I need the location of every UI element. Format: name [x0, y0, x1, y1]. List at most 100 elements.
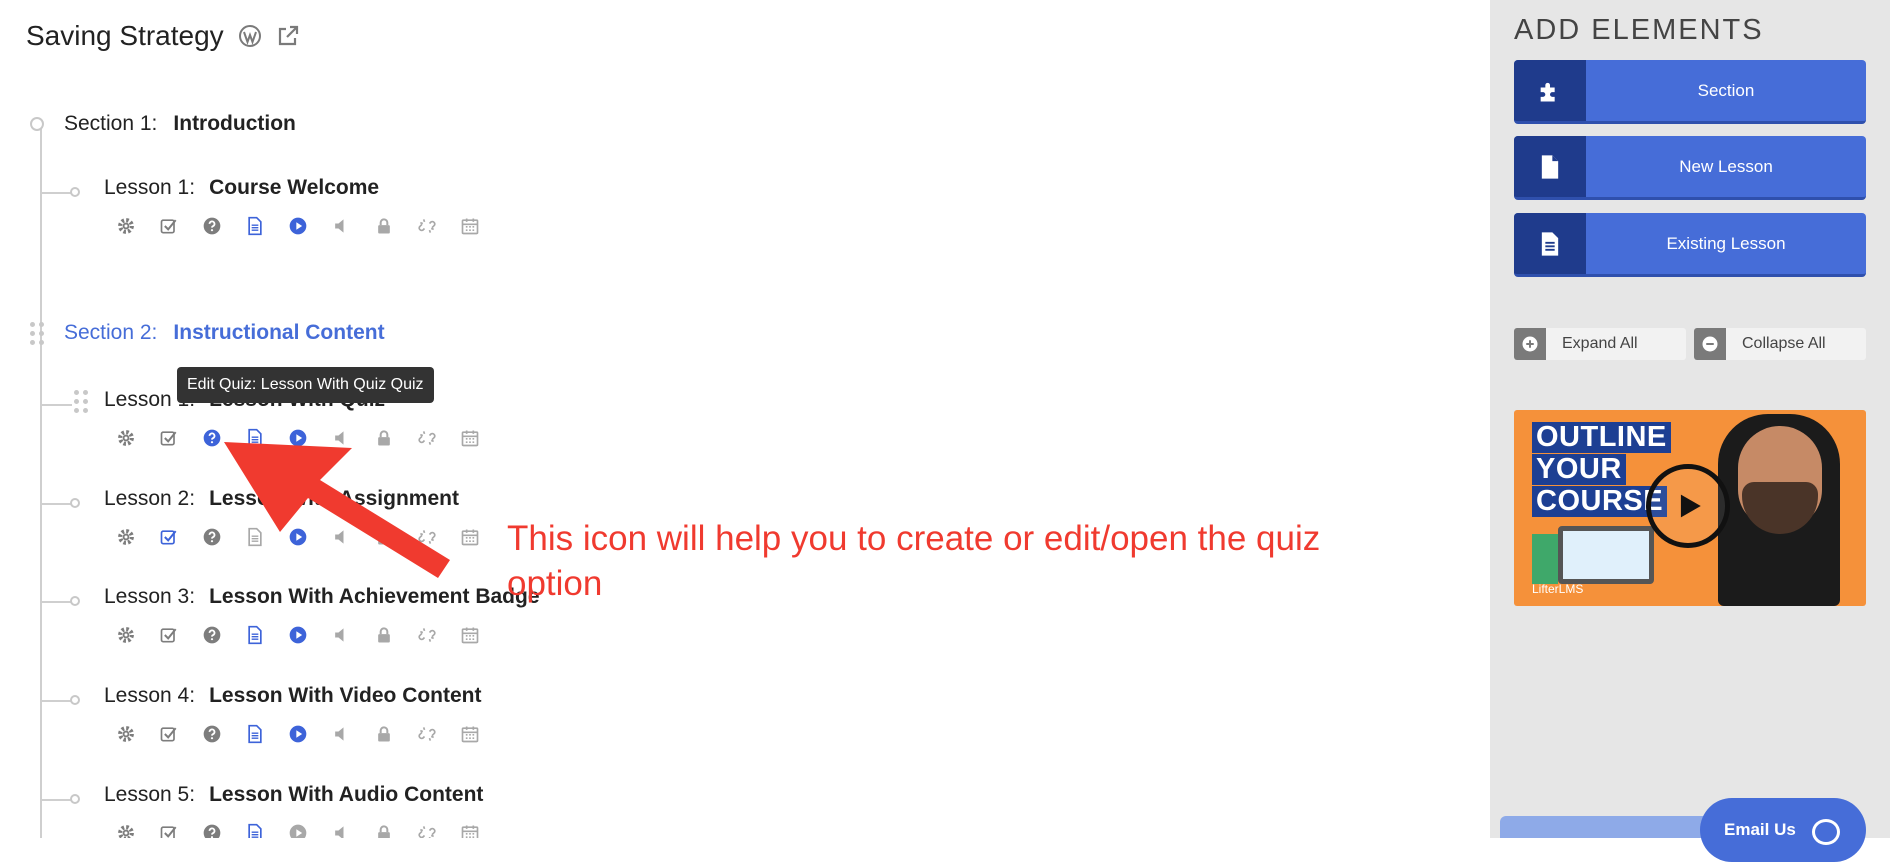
quiz-icon[interactable] [200, 623, 224, 647]
content-icon[interactable] [243, 821, 267, 838]
add-existing-lesson-button[interactable]: Existing Lesson [1514, 213, 1866, 277]
annotation-text: This icon will help you to create or edi… [507, 519, 1321, 603]
assignment-icon[interactable] [157, 426, 181, 450]
lock-icon[interactable] [372, 623, 396, 647]
section-name: Instructional Content [173, 321, 385, 344]
prerequisite-link-icon[interactable] [415, 623, 439, 647]
section-label: Section 1: [64, 112, 158, 135]
quiz-tooltip: Edit Quiz: Lesson With Quiz Quiz [177, 367, 434, 403]
branch-line [40, 192, 72, 194]
calendar-icon[interactable] [458, 821, 482, 838]
annotation-arrow [224, 442, 450, 578]
lesson-name: Lesson With Achievement Badge [209, 585, 540, 608]
lesson-title[interactable]: Lesson 4: Lesson With Video Content [104, 684, 482, 708]
lesson-node [70, 695, 80, 705]
video-icon[interactable] [286, 214, 310, 238]
audio-icon[interactable] [329, 821, 353, 838]
laptop-graphic [1558, 526, 1654, 584]
lesson-actions [114, 623, 482, 647]
calendar-icon[interactable] [458, 722, 482, 746]
assignment-icon[interactable] [157, 722, 181, 746]
page-title: Saving Strategy [26, 20, 224, 51]
lesson-label: Lesson 5: [104, 783, 196, 806]
course-title-bar: Saving Strategy [26, 20, 300, 52]
video-title-line: OUTLINE [1532, 422, 1671, 453]
collapse-all-button[interactable]: Collapse All [1694, 328, 1866, 360]
lesson-title[interactable]: Lesson 5: Lesson With Audio Content [104, 783, 483, 807]
assignment-icon[interactable] [157, 623, 181, 647]
collapse-all-label: Collapse All [1742, 335, 1826, 352]
add-existing-lesson-label: Existing Lesson [1666, 233, 1786, 253]
video-icon[interactable] [286, 623, 310, 647]
save-bar[interactable] [1500, 816, 1732, 838]
drag-handle-icon[interactable] [74, 388, 88, 414]
section-node [30, 117, 44, 131]
lesson-node [70, 498, 80, 508]
video-icon[interactable] [286, 722, 310, 746]
tutorial-video-thumbnail[interactable]: OUTLINE YOUR COURSE LifterLMS [1514, 410, 1866, 606]
settings-icon[interactable] [114, 821, 138, 838]
calendar-icon[interactable] [458, 214, 482, 238]
quiz-icon[interactable] [200, 722, 224, 746]
quiz-icon[interactable] [200, 214, 224, 238]
plus-circle-icon [1514, 328, 1546, 360]
add-elements-sidebar: ADD ELEMENTS Section New Lesson Existing… [1490, 0, 1890, 838]
email-us-button[interactable]: Email Us [1700, 798, 1866, 862]
audio-icon[interactable] [329, 722, 353, 746]
prerequisite-link-icon[interactable] [415, 214, 439, 238]
settings-icon[interactable] [114, 426, 138, 450]
lesson-name: Lesson With Video Content [209, 684, 482, 707]
branch-line [40, 404, 72, 406]
expand-all-label: Expand All [1562, 335, 1638, 352]
content-icon[interactable] [243, 214, 267, 238]
add-new-lesson-label: New Lesson [1679, 156, 1773, 176]
prerequisite-link-icon[interactable] [415, 722, 439, 746]
audio-icon[interactable] [329, 623, 353, 647]
audio-icon[interactable] [329, 214, 353, 238]
wordpress-icon[interactable] [238, 24, 262, 48]
play-icon[interactable] [1646, 464, 1730, 548]
video-icon[interactable] [286, 821, 310, 838]
settings-icon[interactable] [114, 214, 138, 238]
settings-icon[interactable] [114, 525, 138, 549]
lock-icon[interactable] [372, 722, 396, 746]
section-name: Introduction [173, 112, 296, 135]
branch-line [40, 601, 72, 603]
content-icon[interactable] [243, 623, 267, 647]
lesson-title[interactable]: Lesson 3: Lesson With Achievement Badge [104, 585, 540, 609]
prerequisite-link-icon[interactable] [415, 821, 439, 838]
lesson-node [70, 187, 80, 197]
calendar-icon[interactable] [458, 623, 482, 647]
section-label: Section 2: [64, 321, 158, 344]
settings-icon[interactable] [114, 623, 138, 647]
external-link-icon[interactable] [276, 24, 300, 48]
add-section-label: Section [1697, 80, 1755, 100]
settings-icon[interactable] [114, 722, 138, 746]
section-1-row[interactable]: Section 1: Introduction [30, 112, 296, 136]
books-graphic [1532, 534, 1558, 584]
lock-icon[interactable] [372, 821, 396, 838]
branch-line [40, 799, 72, 801]
course-builder-main: Saving Strategy Section 1: Introduction … [0, 0, 1490, 838]
email-us-label: Email Us [1724, 820, 1796, 839]
video-title-line: YOUR [1532, 454, 1626, 485]
assignment-icon[interactable] [157, 821, 181, 838]
lesson-title[interactable]: Lesson 1: Course Welcome [104, 176, 379, 200]
section-2-row[interactable]: Section 2: Instructional Content [30, 320, 385, 346]
lesson-actions [114, 821, 482, 838]
lesson-label: Lesson 3: [104, 585, 196, 608]
minus-circle-icon [1694, 328, 1726, 360]
lesson-actions [114, 214, 482, 238]
drag-handle-icon[interactable] [30, 320, 44, 346]
expand-all-button[interactable]: Expand All [1514, 328, 1686, 360]
lock-icon[interactable] [372, 214, 396, 238]
quiz-icon[interactable] [200, 821, 224, 838]
assignment-icon[interactable] [157, 525, 181, 549]
content-icon[interactable] [243, 722, 267, 746]
add-section-button[interactable]: Section [1514, 60, 1866, 124]
puzzle-icon [1514, 60, 1586, 121]
assignment-icon[interactable] [157, 214, 181, 238]
chat-bubble-icon [1811, 819, 1840, 845]
lesson-node [70, 596, 80, 606]
add-new-lesson-button[interactable]: New Lesson [1514, 136, 1866, 200]
